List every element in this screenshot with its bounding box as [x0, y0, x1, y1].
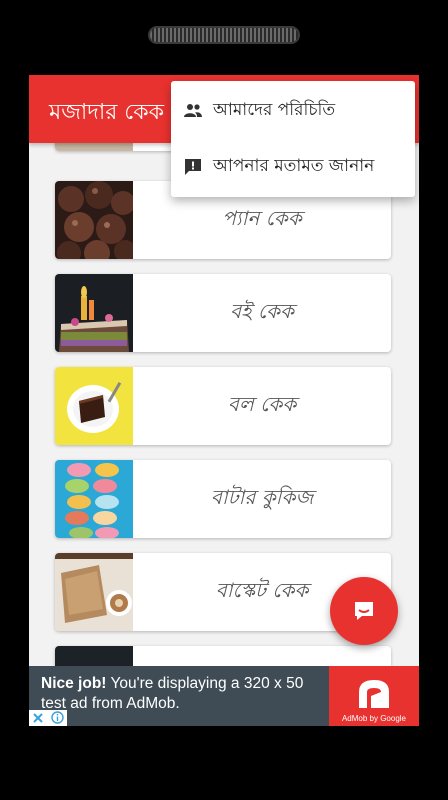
chat-fab-button[interactable] — [330, 577, 398, 645]
app-title: মজাদার কেক — [49, 100, 165, 125]
info-icon[interactable] — [51, 709, 64, 727]
ad-text: Nice job! You're displaying a 320 x 50 t… — [41, 674, 329, 714]
birthday-cake-image — [55, 274, 133, 352]
feedback-icon — [183, 157, 203, 177]
ad-headline: Nice job! — [41, 675, 107, 692]
overflow-menu: আমাদের পরিচিতি আপনার মতামত জানান — [171, 81, 415, 197]
recipe-title: বই কেক — [230, 298, 294, 323]
phone-speaker — [150, 28, 298, 42]
cake-slice-plate-image — [55, 367, 133, 445]
list-item[interactable]: বই কেক — [55, 274, 391, 352]
recipe-title: বাটার কুকিজ — [210, 484, 314, 509]
menu-item-label: আমাদের পরিচিতি — [213, 100, 336, 120]
menu-item-feedback[interactable]: আপনার মতামত জানান — [171, 143, 415, 191]
list-item[interactable]: বাটার কুকিজ — [55, 460, 391, 538]
close-icon[interactable] — [32, 709, 44, 727]
recipe-title: বল কেক — [227, 391, 297, 416]
list-item[interactable]: বল কেক — [55, 367, 391, 445]
recipe-thumbnail — [55, 646, 133, 666]
ad-banner[interactable]: Nice job! You're displaying a 320 x 50 t… — [29, 666, 419, 726]
macarons-image — [55, 460, 133, 538]
pastry-coffee-image — [55, 553, 133, 631]
people-icon — [183, 101, 203, 121]
admob-logo: AdMob by Google — [329, 666, 419, 726]
ad-brand: AdMob by Google — [341, 714, 407, 723]
menu-item-about-us[interactable]: আমাদের পরিচিতি — [171, 87, 415, 135]
menu-item-label: আপনার মতামত জানান — [213, 156, 375, 176]
chocolate-cupcakes-image — [55, 181, 133, 259]
recipe-thumbnail — [55, 143, 133, 151]
ad-choices[interactable] — [29, 710, 67, 726]
app-screen: মজাদার কেক প্যান কেক বই কেক বল কেক বাটার… — [29, 75, 419, 726]
list-item[interactable] — [55, 646, 391, 666]
